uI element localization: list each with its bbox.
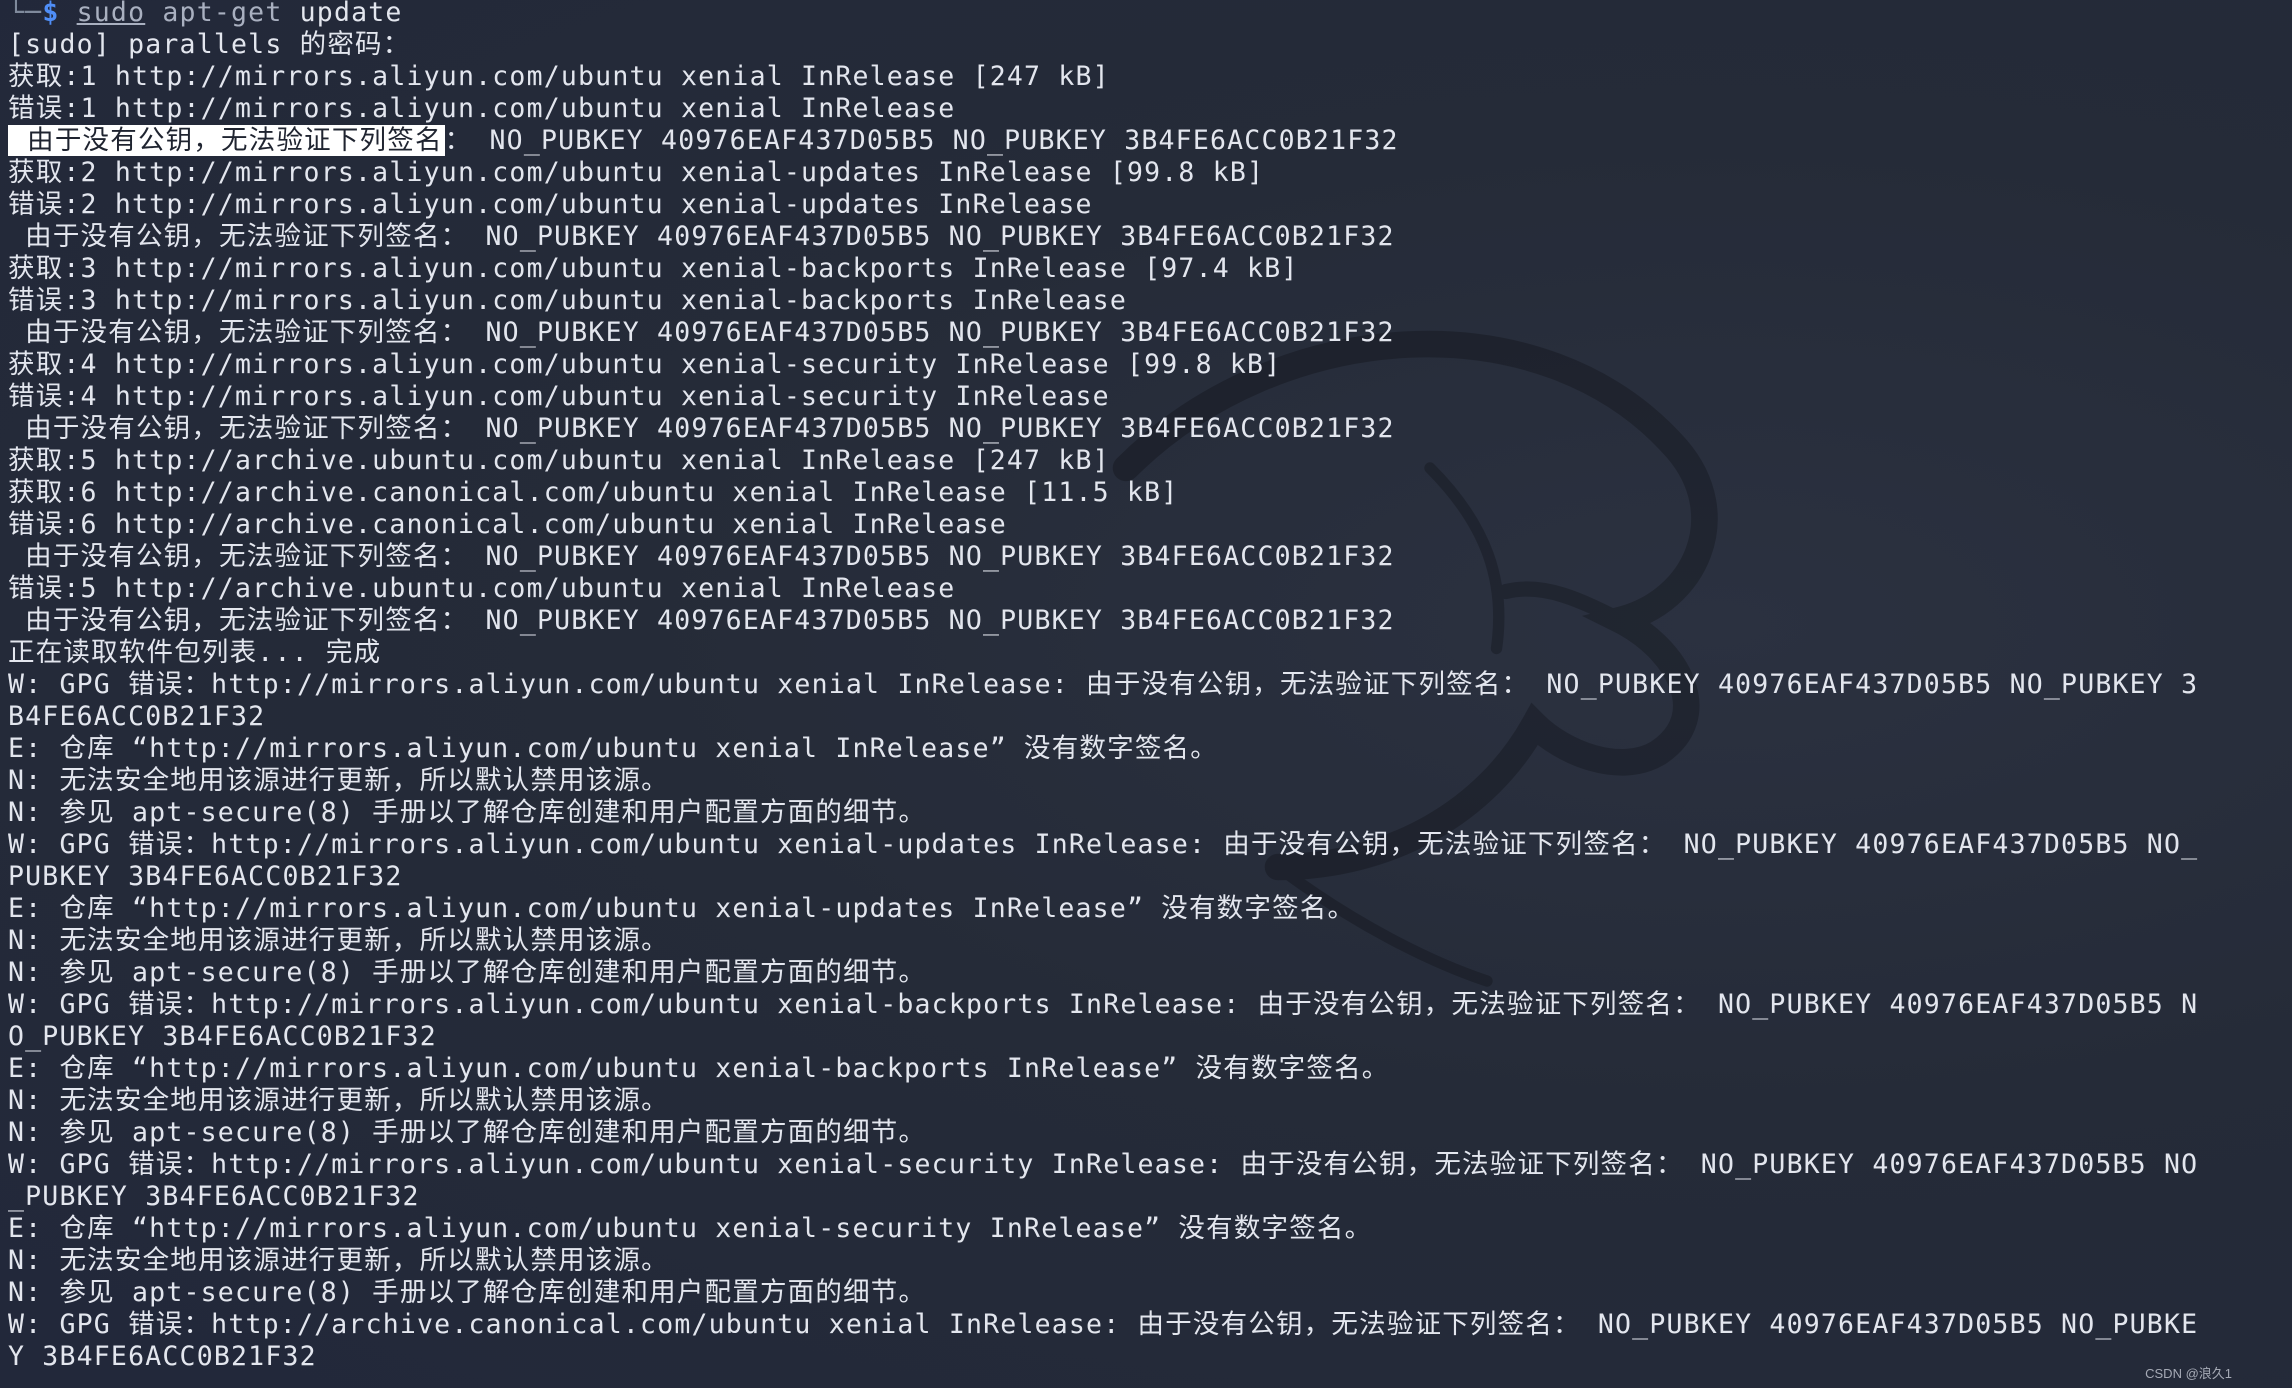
- terminal-line: N: 参见 apt-secure(8) 手册以了解仓库创建和用户配置方面的细节。: [8, 1117, 927, 1148]
- terminal-line: N: 无法安全地用该源进行更新，所以默认禁用该源。: [8, 925, 669, 956]
- terminal-line: 获取:4 http://mirrors.aliyun.com/ubuntu xe…: [8, 349, 1282, 380]
- command-sudo: sudo: [76, 0, 146, 28]
- terminal-line: 获取:3 http://mirrors.aliyun.com/ubuntu xe…: [8, 253, 1299, 284]
- terminal-line: 由于没有公钥，无法验证下列签名： NO_PUBKEY 40976EAF437D0…: [8, 541, 1395, 572]
- terminal-line: [sudo] parallels 的密码：: [8, 29, 411, 60]
- terminal-line: 获取:2 http://mirrors.aliyun.com/ubuntu xe…: [8, 157, 1265, 188]
- terminal-line: _PUBKEY 3B4FE6ACC0B21F32: [8, 1181, 420, 1212]
- terminal-line: 由于没有公钥，无法验证下列签名： NO_PUBKEY 40976EAF437D0…: [8, 413, 1395, 444]
- terminal-line: O_PUBKEY 3B4FE6ACC0B21F32: [8, 1021, 437, 1052]
- terminal-line: 获取:6 http://archive.canonical.com/ubuntu…: [8, 477, 1179, 508]
- terminal-line: 错误:2 http://mirrors.aliyun.com/ubuntu xe…: [8, 189, 1093, 220]
- terminal-line: W: GPG 错误：http://mirrors.aliyun.com/ubun…: [8, 829, 2199, 860]
- terminal-line: 获取:1 http://mirrors.aliyun.com/ubuntu xe…: [8, 61, 1110, 92]
- command-name: apt-get: [162, 0, 283, 28]
- terminal-line: PUBKEY 3B4FE6ACC0B21F32: [8, 861, 403, 892]
- terminal-window[interactable]: └─$ sudo apt-get update [sudo] parallels…: [0, 0, 2292, 1388]
- terminal-line: N: 无法安全地用该源进行更新，所以默认禁用该源。: [8, 1245, 669, 1276]
- terminal-line: N: 参见 apt-secure(8) 手册以了解仓库创建和用户配置方面的细节。: [8, 957, 927, 988]
- terminal-line: 由于没有公钥，无法验证下列签名： NO_PUBKEY 40976EAF437D0…: [8, 605, 1395, 636]
- command-arg: update: [299, 0, 403, 28]
- terminal-line: 错误:4 http://mirrors.aliyun.com/ubuntu xe…: [8, 381, 1110, 412]
- terminal-line: 错误:5 http://archive.ubuntu.com/ubuntu xe…: [8, 573, 956, 604]
- terminal-line: E: 仓库 “http://mirrors.aliyun.com/ubuntu …: [8, 1053, 1390, 1084]
- selected-text[interactable]: 由于没有公钥，无法验证下列签名: [8, 125, 445, 156]
- terminal-line: E: 仓库 “http://mirrors.aliyun.com/ubuntu …: [8, 893, 1356, 924]
- prompt-tree: └─: [8, 0, 43, 28]
- terminal-line: N: 无法安全地用该源进行更新，所以默认禁用该源。: [8, 765, 669, 796]
- terminal-line: N: 参见 apt-secure(8) 手册以了解仓库创建和用户配置方面的细节。: [8, 1277, 927, 1308]
- terminal-line: W: GPG 错误：http://archive.canonical.com/u…: [8, 1309, 2199, 1340]
- prompt-dollar: $: [42, 0, 60, 28]
- terminal-line: Y 3B4FE6ACC0B21F32: [8, 1341, 317, 1372]
- terminal-output: └─$ sudo apt-get update [sudo] parallels…: [8, 0, 2288, 1373]
- terminal-line: 由于没有公钥，无法验证下列签名： NO_PUBKEY 40976EAF437D0…: [8, 221, 1395, 252]
- terminal-line: W: GPG 错误：http://mirrors.aliyun.com/ubun…: [8, 989, 2199, 1020]
- terminal-line: 错误:1 http://mirrors.aliyun.com/ubuntu xe…: [8, 93, 956, 124]
- watermark: CSDN @浪久1: [2145, 1366, 2232, 1381]
- terminal-line-rest: ： NO_PUBKEY 40976EAF437D05B5 NO_PUBKEY 3…: [444, 125, 1399, 156]
- terminal-line: W: GPG 错误：http://mirrors.aliyun.com/ubun…: [8, 1149, 2199, 1180]
- terminal-line: 获取:5 http://archive.ubuntu.com/ubuntu xe…: [8, 445, 1110, 476]
- terminal-line: N: 无法安全地用该源进行更新，所以默认禁用该源。: [8, 1085, 669, 1116]
- terminal-line: W: GPG 错误：http://mirrors.aliyun.com/ubun…: [8, 669, 2199, 700]
- terminal-line: E: 仓库 “http://mirrors.aliyun.com/ubuntu …: [8, 733, 1218, 764]
- terminal-line: 由于没有公钥，无法验证下列签名： NO_PUBKEY 40976EAF437D0…: [8, 125, 2288, 157]
- output-lines: [sudo] parallels 的密码： 获取:1 http://mirrors…: [8, 29, 2288, 1373]
- terminal-line: 正在读取软件包列表... 完成: [8, 637, 382, 668]
- terminal-line: 错误:3 http://mirrors.aliyun.com/ubuntu xe…: [8, 285, 1127, 316]
- terminal-line: 由于没有公钥，无法验证下列签名： NO_PUBKEY 40976EAF437D0…: [8, 317, 1395, 348]
- terminal-line: E: 仓库 “http://mirrors.aliyun.com/ubuntu …: [8, 1213, 1373, 1244]
- prompt-line: └─$ sudo apt-get update: [8, 0, 2288, 29]
- terminal-line: 错误:6 http://archive.canonical.com/ubuntu…: [8, 509, 1007, 540]
- terminal-line: N: 参见 apt-secure(8) 手册以了解仓库创建和用户配置方面的细节。: [8, 797, 927, 828]
- terminal-line: B4FE6ACC0B21F32: [8, 701, 266, 732]
